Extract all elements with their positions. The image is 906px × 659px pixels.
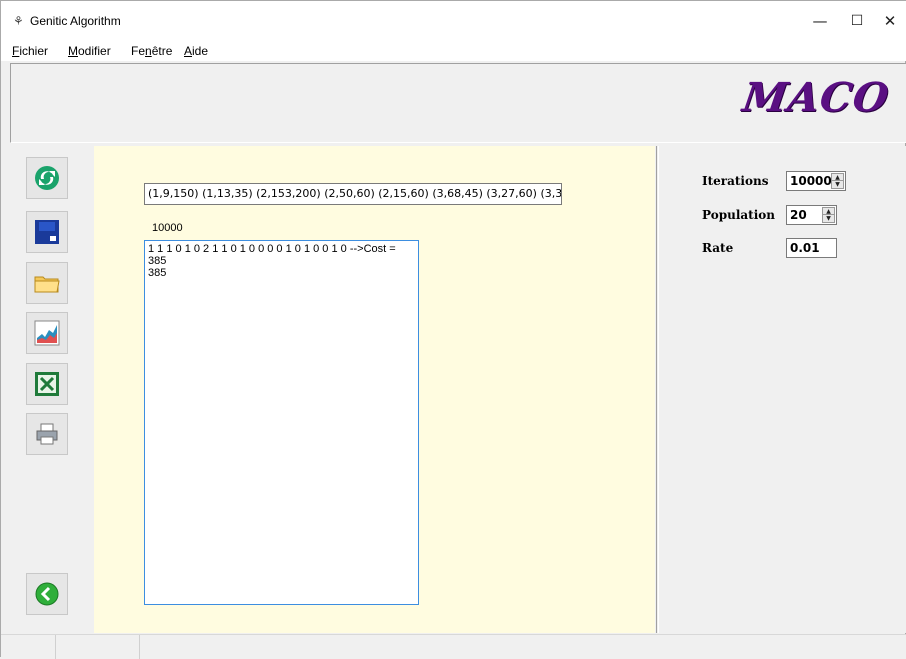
iterations-value: 10000: [790, 174, 832, 188]
output-line: 385: [148, 267, 167, 279]
iterations-spinbox[interactable]: 10000 ▲ ▼: [786, 171, 846, 191]
save-button[interactable]: [26, 211, 68, 253]
spin-down-icon[interactable]: ▼: [832, 181, 843, 188]
sequence-input[interactable]: (1,9,150) (1,13,35) (2,153,200) (2,50,60…: [144, 183, 562, 205]
splitter[interactable]: [656, 146, 659, 633]
minimize-button[interactable]: —: [800, 7, 840, 35]
app-window: ⚘ Genitic Algorithm — ☐ ✕ Fichier Modifi…: [0, 0, 906, 659]
population-label: Population: [702, 208, 775, 222]
header-banner: MACO: [10, 63, 906, 143]
menu-label: Fichier: [12, 44, 49, 58]
status-bar: [1, 634, 906, 659]
rate-label: Rate: [702, 241, 734, 255]
menu-bar: Fichier Modifier Fenêtre Aide: [1, 41, 906, 61]
rate-input[interactable]: 0.01: [786, 238, 837, 258]
menu-fichier[interactable]: Fichier: [12, 44, 48, 58]
save-icon: [35, 220, 59, 244]
back-button[interactable]: [26, 573, 68, 615]
chart-button[interactable]: [26, 312, 68, 354]
spin-up-icon[interactable]: ▲: [823, 208, 834, 215]
parameters-panel: Iterations 10000 ▲ ▼ Population 20 ▲ ▼ R…: [660, 146, 906, 633]
ant-icon: ⚘: [13, 14, 24, 28]
iteration-count-label: 10000: [152, 222, 183, 234]
print-button[interactable]: [26, 413, 68, 455]
maco-logo: MACO: [739, 74, 893, 121]
menu-label: Aide: [184, 44, 209, 58]
menu-fenetre[interactable]: Fenêtre: [131, 44, 172, 58]
left-toolbar: [10, 146, 92, 633]
iterations-label: Iterations: [702, 174, 769, 188]
output-line: 1 1 1 0 1 0 2 1 1 0 1 0 0 0 0 1 0 1 0 0 …: [148, 243, 396, 255]
back-arrow-icon: [35, 582, 59, 606]
output-textarea[interactable]: 1 1 1 0 1 0 2 1 1 0 1 0 0 0 0 1 0 1 0 0 …: [144, 240, 419, 605]
output-line: 385: [148, 255, 167, 267]
refresh-button[interactable]: [26, 157, 68, 199]
spin-down-icon[interactable]: ▼: [823, 215, 834, 222]
menu-aide[interactable]: Aide: [184, 44, 208, 58]
title-bar: ⚘ Genitic Algorithm — ☐ ✕: [1, 1, 906, 41]
menu-label: Fenêtre: [131, 44, 173, 58]
printer-icon: [36, 423, 58, 445]
menu-modifier[interactable]: Modifier: [68, 44, 111, 58]
status-segment: [56, 635, 140, 659]
results-panel: (1,9,150) (1,13,35) (2,153,200) (2,50,60…: [94, 146, 655, 633]
excel-export-button[interactable]: [26, 363, 68, 405]
population-spinner[interactable]: ▲ ▼: [822, 207, 835, 223]
excel-icon: [35, 372, 59, 396]
chart-icon: [34, 320, 60, 346]
open-button[interactable]: [26, 262, 68, 304]
status-segment: [1, 635, 56, 659]
close-button[interactable]: ✕: [870, 7, 906, 35]
iterations-spinner[interactable]: ▲ ▼: [831, 173, 844, 189]
refresh-icon: [35, 166, 59, 190]
folder-open-icon: [34, 276, 60, 293]
window-title: Genitic Algorithm: [30, 14, 121, 28]
spin-up-icon[interactable]: ▲: [832, 174, 843, 181]
menu-label: Modifier: [68, 44, 111, 58]
population-value: 20: [790, 208, 807, 222]
population-spinbox[interactable]: 20 ▲ ▼: [786, 205, 837, 225]
